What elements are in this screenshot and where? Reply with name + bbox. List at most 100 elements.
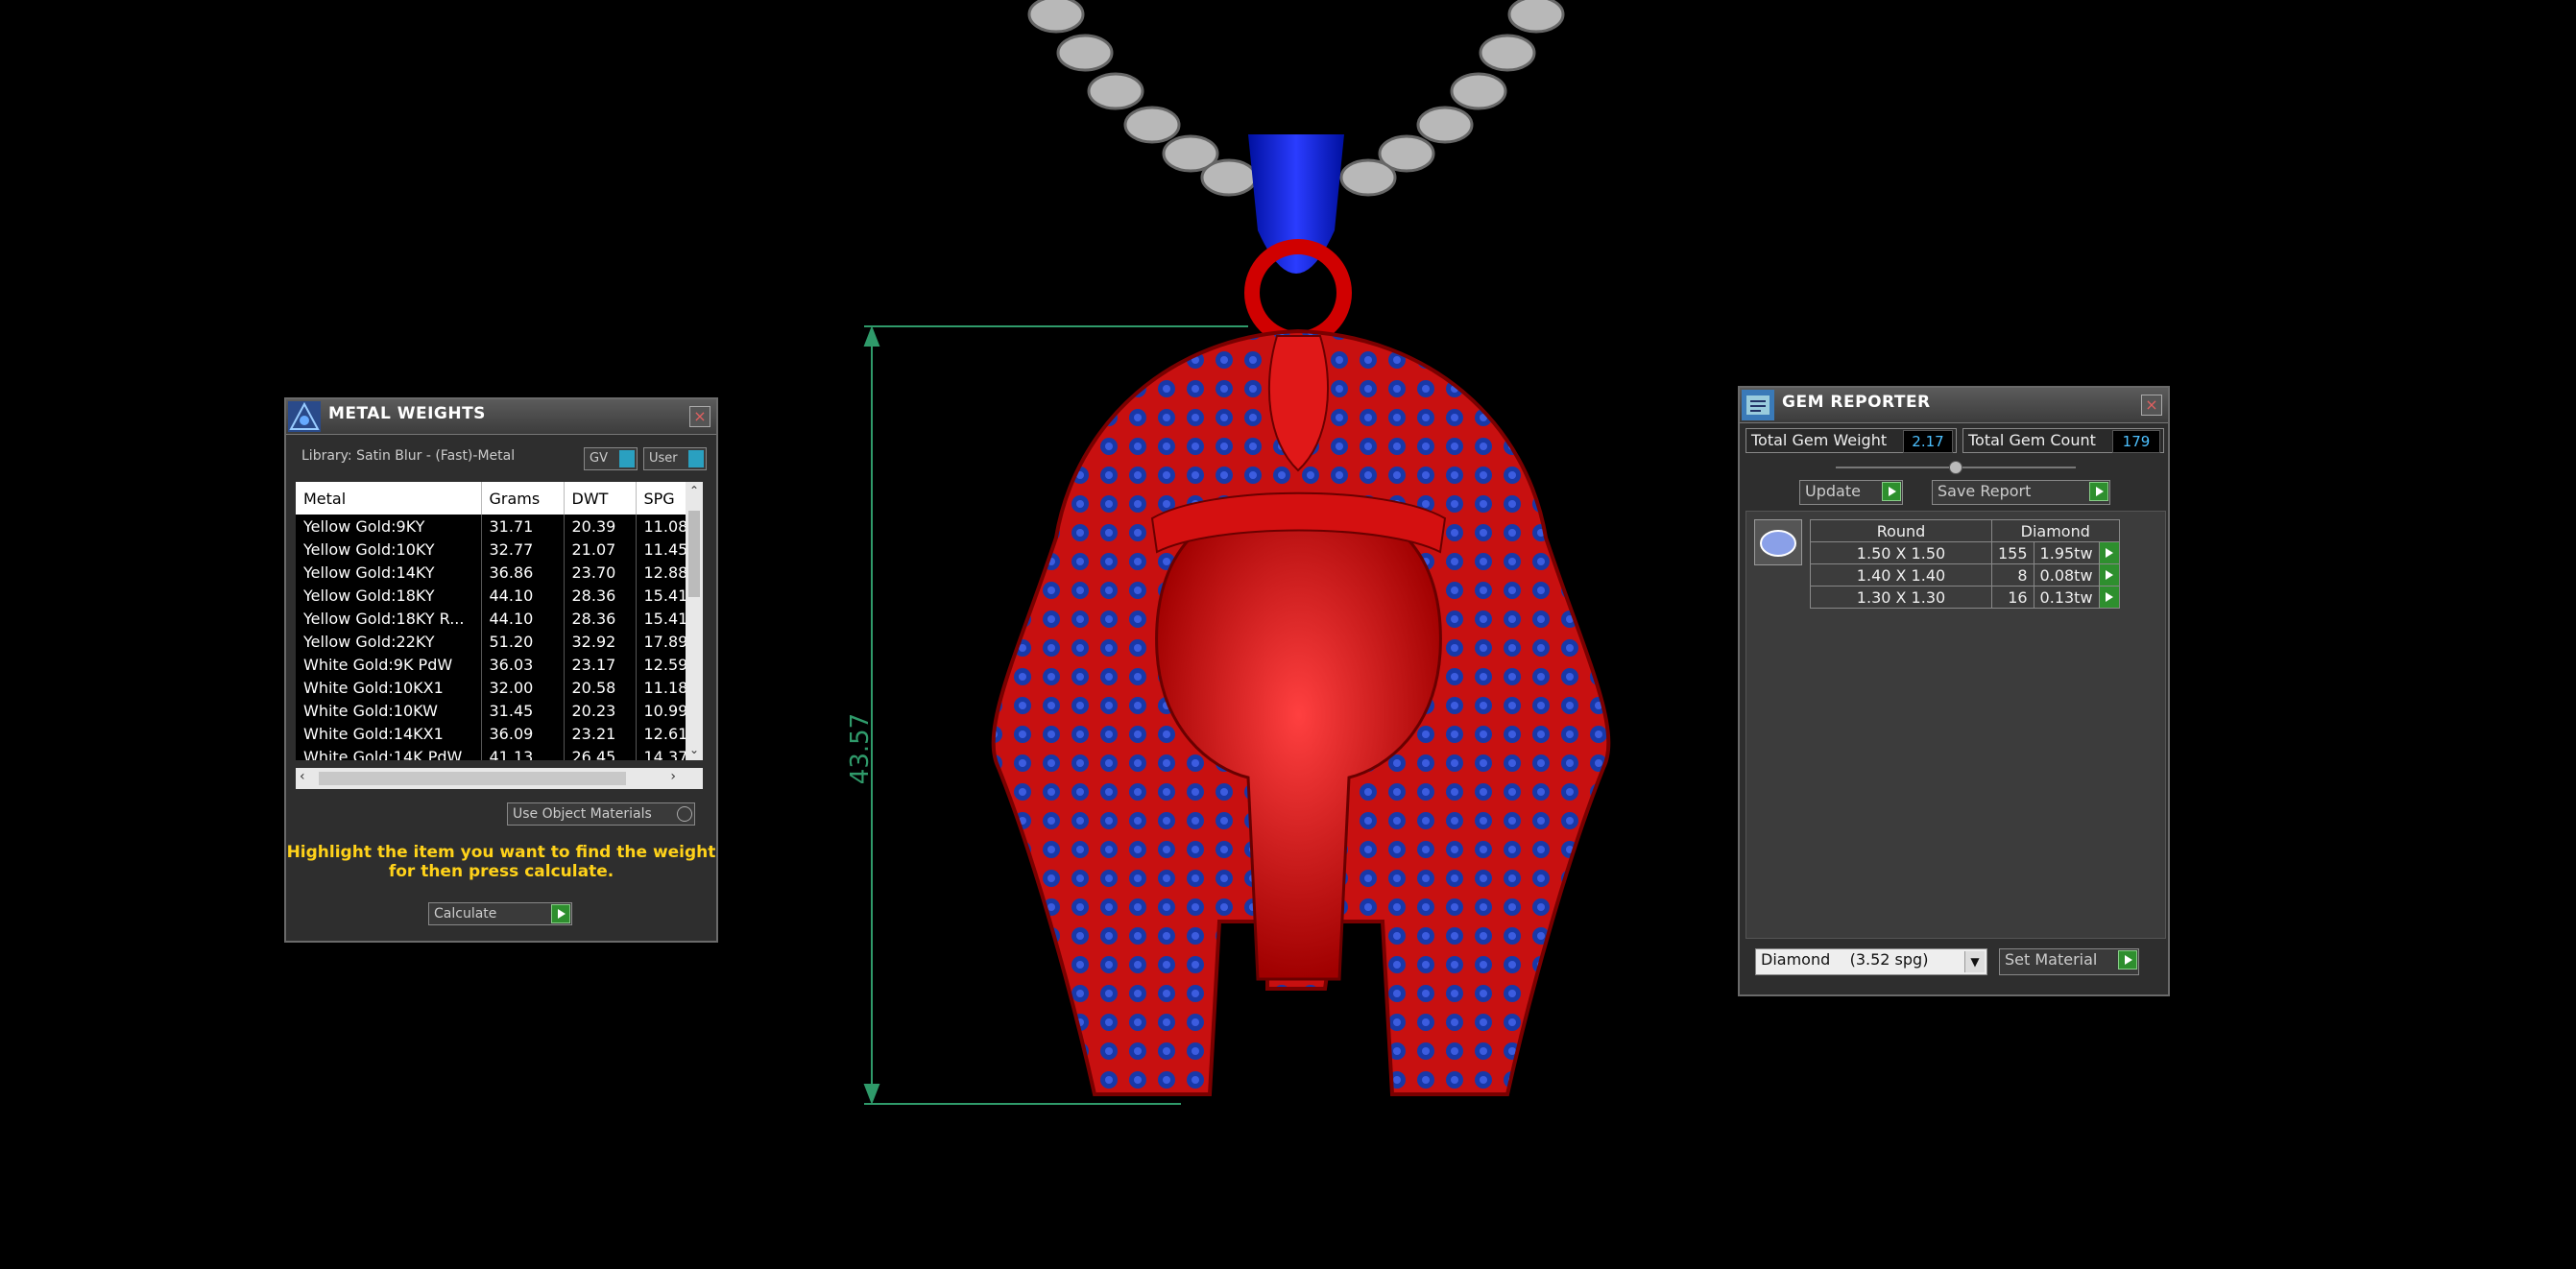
size-cell: 1.40 X 1.40 — [1810, 563, 1992, 587]
column-header-grams[interactable]: Grams — [481, 482, 565, 515]
spg-cell: 11.18 — [636, 676, 690, 699]
scroll-left-icon[interactable]: ‹ — [300, 769, 305, 784]
gv-label: GV — [590, 451, 608, 466]
grams-cell: 44.10 — [481, 607, 565, 630]
dwt-cell: 20.39 — [564, 515, 637, 538]
count-cell: 155 — [1991, 541, 2034, 564]
table-row[interactable]: 1.30 X 1.30 16 0.13tw — [1810, 586, 2120, 609]
spg-cell: 12.59 — [636, 653, 690, 676]
spg-cell: 12.61 — [636, 722, 690, 745]
grams-cell: 31.71 — [481, 515, 565, 538]
grams-cell: 36.03 — [481, 653, 565, 676]
round-gem-icon — [1760, 530, 1796, 557]
gem-table: Round Diamond 1.50 X 1.50 155 1.95tw 1.40 X… — [1810, 519, 2120, 609]
total-gem-weight-value: 2.17 — [1903, 430, 1953, 453]
total-gem-weight-label: Total Gem Weight — [1751, 431, 1888, 449]
user-toggle[interactable]: User — [643, 447, 707, 470]
grams-cell: 36.86 — [481, 561, 565, 584]
round-gem-thumbnail[interactable] — [1754, 519, 1802, 565]
use-object-materials-label: Use Object Materials — [513, 806, 652, 822]
update-arrow-icon — [1882, 482, 1901, 501]
row-action-button[interactable] — [2098, 541, 2120, 564]
table-row[interactable]: Yellow Gold:18KY R... 44.10 28.36 15.41 — [296, 607, 690, 630]
metal-weights-titlebar[interactable]: METAL WEIGHTS × — [286, 399, 716, 435]
dwt-cell: 20.58 — [564, 676, 637, 699]
metal-weights-app-icon — [288, 401, 321, 432]
set-material-button[interactable]: Set Material — [1999, 948, 2139, 975]
material-header: Diamond — [1991, 519, 2120, 542]
dwt-cell: 23.70 — [564, 561, 637, 584]
count-cell: 8 — [1991, 563, 2034, 587]
grams-cell: 41.13 — [481, 745, 565, 760]
table-row[interactable]: Yellow Gold:14KY 36.86 23.70 12.88 — [296, 561, 690, 584]
table-row[interactable]: Yellow Gold:22KY 51.20 32.92 17.89 — [296, 630, 690, 653]
metal-weights-title: METAL WEIGHTS — [328, 404, 486, 423]
dwt-cell: 23.21 — [564, 722, 637, 745]
column-header-spg[interactable]: SPG — [636, 482, 690, 515]
gem-reporter-titlebar[interactable]: GEM REPORTER × — [1740, 388, 2168, 423]
set-material-label: Set Material — [2005, 950, 2098, 969]
scroll-right-icon[interactable]: › — [670, 769, 676, 784]
column-header-metal[interactable]: Metal — [296, 482, 482, 515]
gem-reporter-title: GEM REPORTER — [1782, 393, 1931, 412]
save-report-arrow-icon — [2089, 482, 2108, 501]
table-row[interactable]: White Gold:14KX1 36.09 23.21 12.61 — [296, 722, 690, 745]
row-action-button[interactable] — [2098, 586, 2120, 609]
metal-cell: Yellow Gold:18KY R... — [296, 607, 482, 630]
instruction-line-1: Highlight the item you want to find the … — [286, 843, 716, 862]
gem-reporter-close-icon[interactable]: × — [2141, 395, 2162, 416]
metal-cell: Yellow Gold:22KY — [296, 630, 482, 653]
dimension-label: 43.57 — [846, 713, 875, 784]
play-arrow-icon — [551, 904, 570, 923]
gem-list-area: Round Diamond 1.50 X 1.50 155 1.95tw 1.40 X… — [1745, 511, 2166, 939]
table-row[interactable]: 1.40 X 1.40 8 0.08tw — [1810, 563, 2120, 587]
gem-reporter-panel: GEM REPORTER × Total Gem Weight 2.17 Tot… — [1738, 386, 2170, 996]
metal-weights-close-icon[interactable]: × — [689, 406, 710, 427]
metal-table-hscrollbar[interactable]: ‹ › — [296, 768, 703, 789]
save-report-label: Save Report — [1938, 482, 2032, 500]
metal-cell: Yellow Gold:9KY — [296, 515, 482, 538]
table-row[interactable]: Yellow Gold:9KY 31.71 20.39 11.08 — [296, 515, 690, 538]
row-action-button[interactable] — [2098, 563, 2120, 587]
update-label: Update — [1805, 482, 1861, 500]
total-gem-weight: Total Gem Weight 2.17 — [1745, 428, 1957, 453]
spg-cell: 14.37 — [636, 745, 690, 760]
metal-table-container: Metal Grams DWT SPG Yellow Gold:9KY 31.71… — [296, 482, 703, 760]
slider-handle[interactable] — [1949, 461, 1962, 474]
table-row[interactable]: Yellow Gold:10KY 32.77 21.07 11.45 — [296, 538, 690, 561]
save-report-button[interactable]: Save Report — [1932, 480, 2110, 505]
use-object-materials-checkbox[interactable]: Use Object Materials — [507, 802, 695, 826]
set-material-arrow-icon — [2118, 950, 2137, 970]
hscroll-thumb[interactable] — [319, 772, 626, 785]
library-label: Library: Satin Blur - (Fast)-Metal — [301, 448, 516, 464]
size-cell: 1.50 X 1.50 — [1810, 541, 1992, 564]
update-button[interactable]: Update — [1799, 480, 1903, 505]
vscroll-thumb[interactable] — [688, 511, 700, 597]
table-row[interactable]: 1.50 X 1.50 155 1.95tw — [1810, 541, 2120, 564]
table-row[interactable]: White Gold:9K PdW 36.03 23.17 12.59 — [296, 653, 690, 676]
scroll-up-icon[interactable]: ⌃ — [686, 484, 703, 497]
metal-table-vscrollbar[interactable]: ⌃ ⌄ — [686, 482, 703, 760]
table-row[interactable]: White Gold:10KX1 32.00 20.58 11.18 — [296, 676, 690, 699]
table-row[interactable]: White Gold:10KW 31.45 20.23 10.99 — [296, 699, 690, 722]
chevron-down-icon: ▼ — [1964, 951, 1985, 972]
column-header-dwt[interactable]: DWT — [564, 482, 637, 515]
table-row[interactable]: White Gold:14K PdW 41.13 26.45 14.37 — [296, 745, 690, 760]
gv-toggle[interactable]: GV — [584, 447, 638, 470]
spg-cell: 15.41 — [636, 584, 690, 607]
progress-slider[interactable] — [1836, 461, 2076, 474]
table-row[interactable]: Yellow Gold:18KY 44.10 28.36 15.41 — [296, 584, 690, 607]
calculate-button[interactable]: Calculate — [428, 902, 572, 925]
scroll-down-icon[interactable]: ⌄ — [686, 743, 703, 756]
material-select[interactable]: Diamond (3.52 spg) ▼ — [1755, 948, 1987, 975]
spg-cell: 11.45 — [636, 538, 690, 561]
metal-table: Metal Grams DWT SPG Yellow Gold:9KY 31.71… — [296, 482, 690, 760]
material-select-value: Diamond (3.52 spg) — [1761, 950, 1929, 969]
metal-cell: White Gold:10KW — [296, 699, 482, 722]
play-arrow-icon — [2105, 592, 2113, 602]
count-cell: 16 — [1991, 586, 2034, 609]
dwt-cell: 28.36 — [564, 607, 637, 630]
grams-cell: 44.10 — [481, 584, 565, 607]
dwt-cell: 23.17 — [564, 653, 637, 676]
total-gem-count-value: 179 — [2112, 430, 2160, 453]
